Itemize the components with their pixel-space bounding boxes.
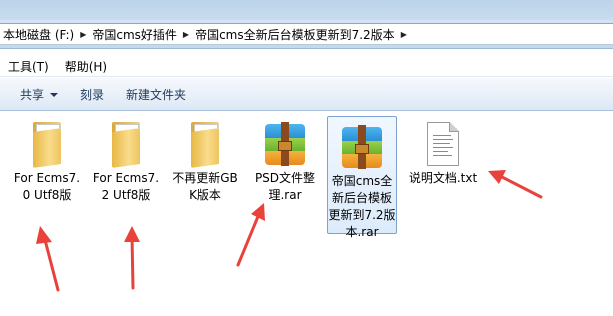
annotation-arrow (488, 170, 543, 199)
explorer-window: 本地磁盘 (F:) ▶ 帝国cms好插件 ▶ 帝国cms全新后台模板更新到7.2… (0, 0, 613, 316)
annotation-arrows (36, 170, 543, 292)
annotation-arrow (36, 226, 60, 292)
annotation-arrow (124, 226, 140, 290)
annotation-arrow (236, 203, 265, 267)
